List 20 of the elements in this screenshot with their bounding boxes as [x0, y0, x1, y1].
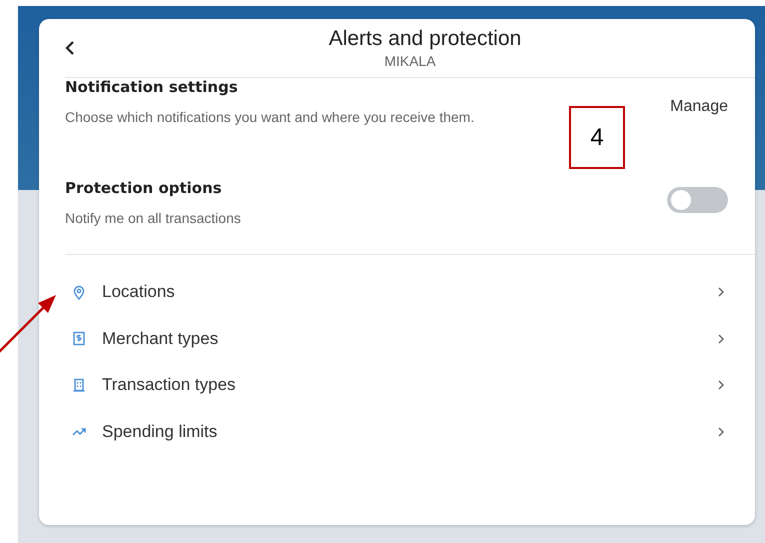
building-icon — [72, 378, 86, 393]
chevron-right-icon — [718, 334, 724, 344]
chevron-right-icon — [718, 380, 724, 390]
section-description: Choose which notifications you want and where you receive them. — [65, 109, 474, 125]
section-title: Notification settings — [65, 78, 239, 96]
list-item[interactable]: Locations — [65, 269, 755, 316]
callout-marker: 4 — [569, 106, 625, 169]
manage-link[interactable]: Manage — [670, 98, 728, 116]
chevron-right-icon — [718, 426, 724, 437]
list-item[interactable]: Merchant types — [65, 316, 755, 362]
list-item[interactable]: Transaction types — [65, 362, 755, 408]
chevron-right-icon — [718, 287, 724, 298]
page-title: Alerts and protection — [328, 27, 522, 51]
pin-icon — [72, 284, 86, 300]
section-title: Protection options — [65, 179, 223, 197]
toggle-switch[interactable] — [667, 186, 728, 212]
section-description: Notify me on all transactions — [65, 210, 241, 226]
receipt-icon — [72, 331, 86, 346]
list-item[interactable]: Spending limits — [65, 408, 755, 455]
page-subtitle: MIKALA — [384, 53, 436, 69]
